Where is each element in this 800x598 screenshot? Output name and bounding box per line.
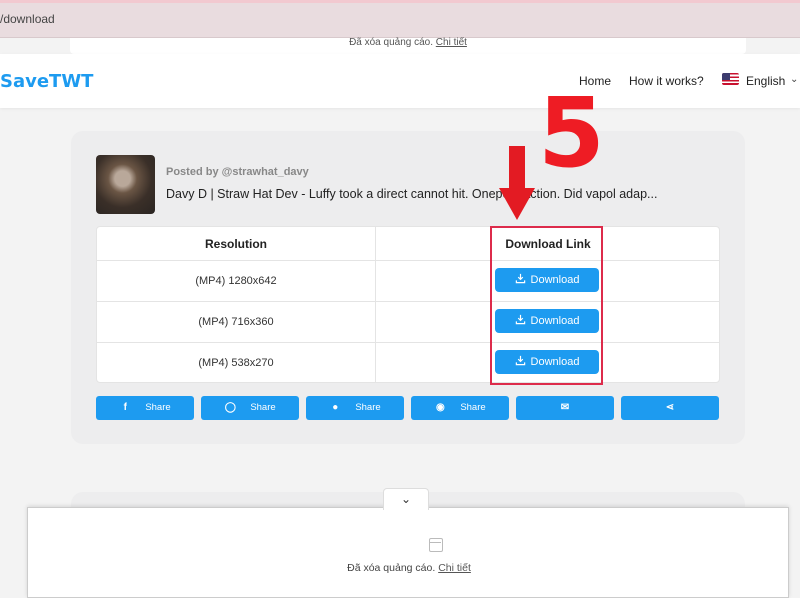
posted-by: Posted by @strawhat_davy (166, 166, 309, 178)
share-label: Share (460, 402, 486, 413)
row-divider (97, 342, 719, 343)
chevron-down-icon: ⌄ (400, 492, 412, 506)
share-label: Share (355, 402, 381, 413)
whatsapp-icon: ◯ (224, 402, 236, 413)
highlight-box (490, 226, 603, 385)
resolution-cell: (MP4) 716x360 (198, 316, 274, 328)
resolution-cell: (MP4) 538x270 (198, 357, 274, 369)
share-label: Share (250, 402, 276, 413)
row-divider (97, 301, 719, 302)
download-table: Resolution Download Link (MP4) 1280x642 … (96, 226, 720, 383)
resolution-cell: (MP4) 1280x642 (195, 275, 277, 287)
nav-how-it-works-link[interactable]: How it works? (629, 74, 704, 88)
ad-placeholder-icon (429, 538, 443, 552)
share-email-button[interactable]: ✉ (516, 396, 614, 420)
browser-url-bar[interactable]: /download (0, 0, 800, 38)
share-reddit-button[interactable]: ● Share (306, 396, 404, 420)
facebook-icon: f (123, 402, 127, 413)
annotation-arrow-head (499, 188, 535, 220)
row-divider (97, 260, 719, 261)
share-icon: ⋖ (665, 402, 675, 413)
share-messenger-button[interactable]: ◉ Share (411, 396, 509, 420)
url-text[interactable]: /download (0, 12, 55, 26)
site-logo[interactable]: SaveTWT (0, 71, 93, 92)
language-selector[interactable]: English (746, 74, 785, 88)
step-number: 5 (538, 77, 605, 189)
ad-details-link[interactable]: Chi tiết (436, 37, 467, 48)
column-divider (375, 227, 376, 382)
email-icon: ✉ (560, 402, 570, 413)
share-whatsapp-button[interactable]: ◯ Share (201, 396, 299, 420)
tab-strip-edge (0, 0, 800, 3)
annotation-arrow-shaft (509, 146, 525, 190)
us-flag-icon (722, 73, 739, 85)
resolution-header: Resolution (205, 237, 267, 251)
ad-removed-text-bottom: Đã xóa quảng cáo. Chi tiết (28, 562, 790, 574)
ad-details-link[interactable]: Chi tiết (438, 562, 471, 574)
tweet-description: Davy D | Straw Hat Dev - Luffy took a di… (166, 187, 658, 201)
ad-removed-text: Đã xóa quảng cáo. (347, 562, 436, 574)
collapse-ad-button[interactable]: ⌄ (383, 488, 429, 510)
share-more-button[interactable]: ⋖ (621, 396, 719, 420)
ad-removed-notice-bottom: Đã xóa quảng cáo. Chi tiết (27, 507, 789, 598)
tweet-thumbnail (96, 155, 155, 214)
reddit-icon: ● (332, 402, 339, 413)
ad-removed-notice-top: Đã xóa quảng cáo. Chi tiết (70, 38, 746, 54)
site-header: SaveTWT Home How it works? English ⌄ (0, 54, 800, 108)
ad-removed-text: Đã xóa quảng cáo. (349, 37, 434, 48)
share-label: Share (145, 402, 171, 413)
share-facebook-button[interactable]: f Share (96, 396, 194, 420)
chevron-down-icon[interactable]: ⌄ (790, 74, 798, 85)
messenger-icon: ◉ (435, 402, 445, 413)
